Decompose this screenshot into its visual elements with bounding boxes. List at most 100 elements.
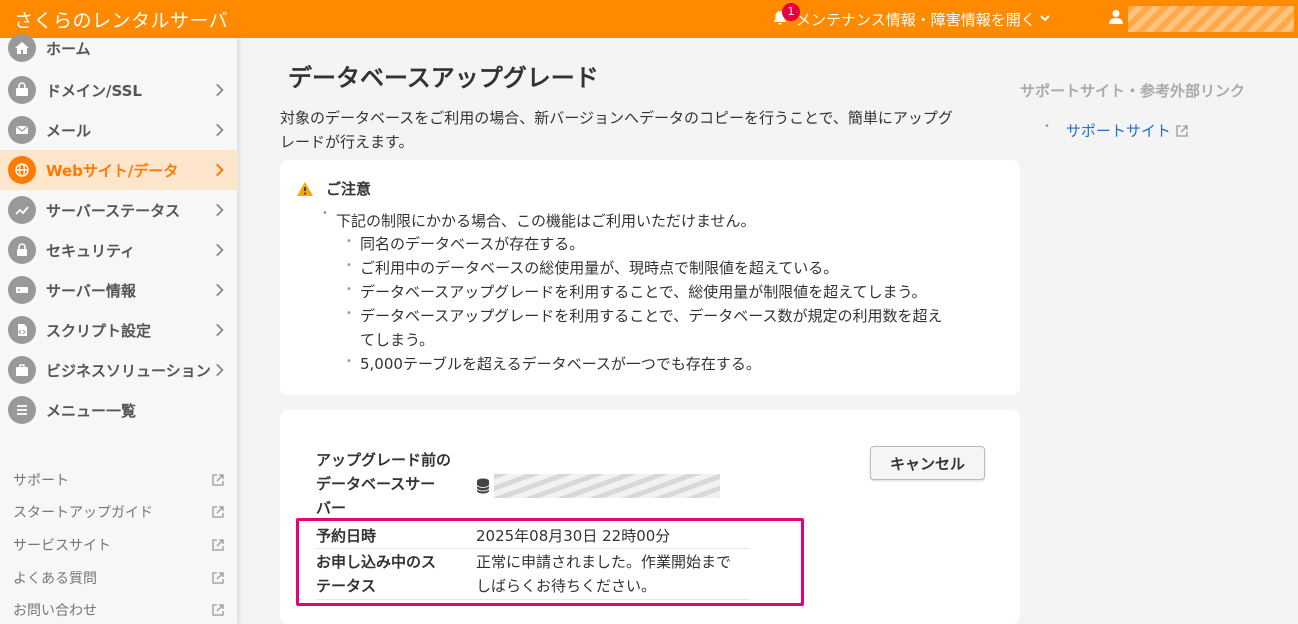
notice-item: • データベースアップグレードを利用することで、データベース数が規定の利用数を超… xyxy=(346,304,1010,352)
chevron-right-icon xyxy=(216,83,224,97)
list-icon xyxy=(8,396,36,424)
notice-item-text: てしまう。 xyxy=(360,331,435,349)
sidebar-item-label: ビジネスソリューション xyxy=(46,361,211,380)
sidebar-item-business[interactable]: ビジネスソリューション xyxy=(0,350,238,390)
sidebar-item-label: サーバーステータス xyxy=(46,201,181,220)
notice-lead-text: 下記の制限にかかる場合、この機能はご利用いただけません。 xyxy=(336,212,756,230)
sidebar-item-label: Webサイト/データ xyxy=(46,161,179,180)
server-icon xyxy=(8,276,36,304)
bullet-dot: • xyxy=(346,284,352,295)
notice-heading: ご注意 xyxy=(296,178,371,199)
notification-toggle[interactable]: 1 メンテナンス情報・障害情報を開く xyxy=(772,0,1050,38)
bullet-dot: • xyxy=(322,208,328,219)
sidebar-link-label: サービスサイト xyxy=(13,538,111,554)
support-links-heading: サポートサイト・参考外部リンク xyxy=(1020,82,1246,100)
sidebar-item-domain[interactable]: ドメイン/SSL xyxy=(0,70,238,110)
user-icon xyxy=(1108,9,1124,29)
sidebar-item-server-status[interactable]: サーバーステータス xyxy=(0,190,238,230)
support-site-link[interactable]: • サポートサイト xyxy=(1044,120,1189,141)
notification-badge: 1 xyxy=(782,3,800,21)
sidebar-link-support[interactable]: サポート xyxy=(13,470,225,490)
sidebar-item-label: セキュリティ xyxy=(46,241,136,260)
bullet-dot: • xyxy=(346,356,352,367)
domain-icon xyxy=(8,76,36,104)
bell-icon: 1 xyxy=(772,3,800,28)
notice-lead: • 下記の制限にかかる場合、この機能はご利用いただけません。 xyxy=(322,208,756,231)
sidebar-item-label: ドメイン/SSL xyxy=(46,81,142,100)
notification-label: メンテナンス情報・障害情報を開く xyxy=(796,10,1036,29)
bullet-dot: • xyxy=(346,236,352,247)
notice-item-text: データベースアップグレードを利用することで、総使用量が制限値を超えてしまう。 xyxy=(360,283,927,301)
notice-title: ご注意 xyxy=(326,180,372,198)
notice-item-text: 5,000テーブルを超えるデータベースが一つでも存在する。 xyxy=(360,355,761,373)
chevron-right-icon xyxy=(216,323,224,337)
cancel-button[interactable]: キャンセル xyxy=(870,446,985,480)
bullet-dot: • xyxy=(346,308,352,319)
notice-item-text: 同名のデータベースが存在する。 xyxy=(360,235,585,253)
chevron-right-icon xyxy=(216,243,224,257)
external-link-icon xyxy=(1176,124,1188,137)
database-icon xyxy=(476,478,490,494)
sidebar-link-service-site[interactable]: サービスサイト xyxy=(13,535,225,555)
briefcase-icon xyxy=(8,356,36,384)
sidebar-item-menu-list[interactable]: メニュー一覧 xyxy=(0,390,238,430)
globe-icon xyxy=(8,156,36,184)
notice-item: • 同名のデータベースが存在する。 xyxy=(346,232,1010,256)
sidebar-link-startup-guide[interactable]: スタートアップガイド xyxy=(13,502,225,522)
mail-icon xyxy=(8,116,36,144)
notice-item-text: ご利用中のデータベースの総使用量が、現時点で制限値を超えている。 xyxy=(360,259,839,277)
sidebar-item-server-info[interactable]: サーバー情報 xyxy=(0,270,238,310)
warning-icon xyxy=(297,181,313,196)
sidebar-item-label: スクリプト設定 xyxy=(46,321,152,340)
intro-line: 対象のデータベースをご利用の場合、新バージョンへデータのコピーを行うことで、簡単… xyxy=(280,109,953,127)
user-menu[interactable] xyxy=(1108,0,1294,38)
support-site-link-label: サポートサイト xyxy=(1065,122,1171,140)
notice-item: • 5,000テーブルを超えるデータベースが一つでも存在する。 xyxy=(346,352,1010,376)
intro-text: 対象のデータベースをご利用の場合、新バージョンへデータのコピーを行うことで、簡単… xyxy=(280,106,1010,154)
notice-item-text: データベースアップグレードを利用することで、データベース数が規定の利用数を超え xyxy=(360,307,943,325)
lock-icon xyxy=(8,236,36,264)
chevron-right-icon xyxy=(216,163,224,177)
sidebar-item-label: サーバー情報 xyxy=(46,281,136,300)
sidebar-item-security[interactable]: セキュリティ xyxy=(0,230,238,270)
sidebar-link-label: スタートアップガイド xyxy=(13,505,153,521)
external-link-icon xyxy=(212,539,224,551)
bullet-dot: • xyxy=(346,260,352,271)
chevron-right-icon xyxy=(216,283,224,297)
label-line: データベースサー xyxy=(316,475,436,493)
chart-icon xyxy=(8,196,36,224)
external-link-icon xyxy=(212,506,224,518)
sidebar-item-home[interactable]: ホーム xyxy=(0,28,238,68)
sidebar-item-mail[interactable]: メール xyxy=(0,110,238,150)
db-server-name-redacted xyxy=(494,474,720,498)
user-name-redacted xyxy=(1128,6,1294,32)
bullet-dot: • xyxy=(1044,121,1050,132)
sidebar-link-contact[interactable]: お問い合わせ xyxy=(13,600,225,620)
sidebar-item-website-data[interactable]: Webサイト/データ xyxy=(0,150,238,190)
label-line: アップグレード前の xyxy=(316,451,452,469)
sidebar-link-label: サポート xyxy=(13,473,69,489)
sidebar-item-label: ホーム xyxy=(46,39,91,58)
sidebar-item-script[interactable]: スクリプト設定 xyxy=(0,310,238,350)
sidebar-link-faq[interactable]: よくある質問 xyxy=(13,568,225,588)
notice-item: • ご利用中のデータベースの総使用量が、現時点で制限値を超えている。 xyxy=(346,256,1010,280)
label-line: バー xyxy=(316,499,347,517)
external-link-icon xyxy=(212,474,224,486)
sidebar-item-label: メール xyxy=(46,121,92,140)
highlight-box xyxy=(296,518,804,606)
sidebar-link-label: お問い合わせ xyxy=(13,603,97,619)
home-icon xyxy=(8,34,36,62)
notice-card: ご注意 • 下記の制限にかかる場合、この機能はご利用いただけません。 • 同名の… xyxy=(280,160,1020,395)
intro-line: レードが行えます。 xyxy=(280,133,414,151)
sidebar-link-label: よくある質問 xyxy=(13,571,97,587)
external-link-icon xyxy=(212,604,224,616)
chevron-right-icon xyxy=(216,363,224,377)
chevron-right-icon xyxy=(216,203,224,217)
chevron-right-icon xyxy=(216,123,224,137)
sidebar-item-label: メニュー一覧 xyxy=(46,401,137,420)
page-title: データベースアップグレード xyxy=(288,64,599,92)
script-icon xyxy=(8,316,36,344)
sidebar: ホーム ドメイン/SSL メール Webサイト/データ サーバーステータス セキ… xyxy=(0,34,238,624)
external-link-icon xyxy=(212,572,224,584)
notice-item: • データベースアップグレードを利用することで、総使用量が制限値を超えてしまう。 xyxy=(346,280,1010,304)
